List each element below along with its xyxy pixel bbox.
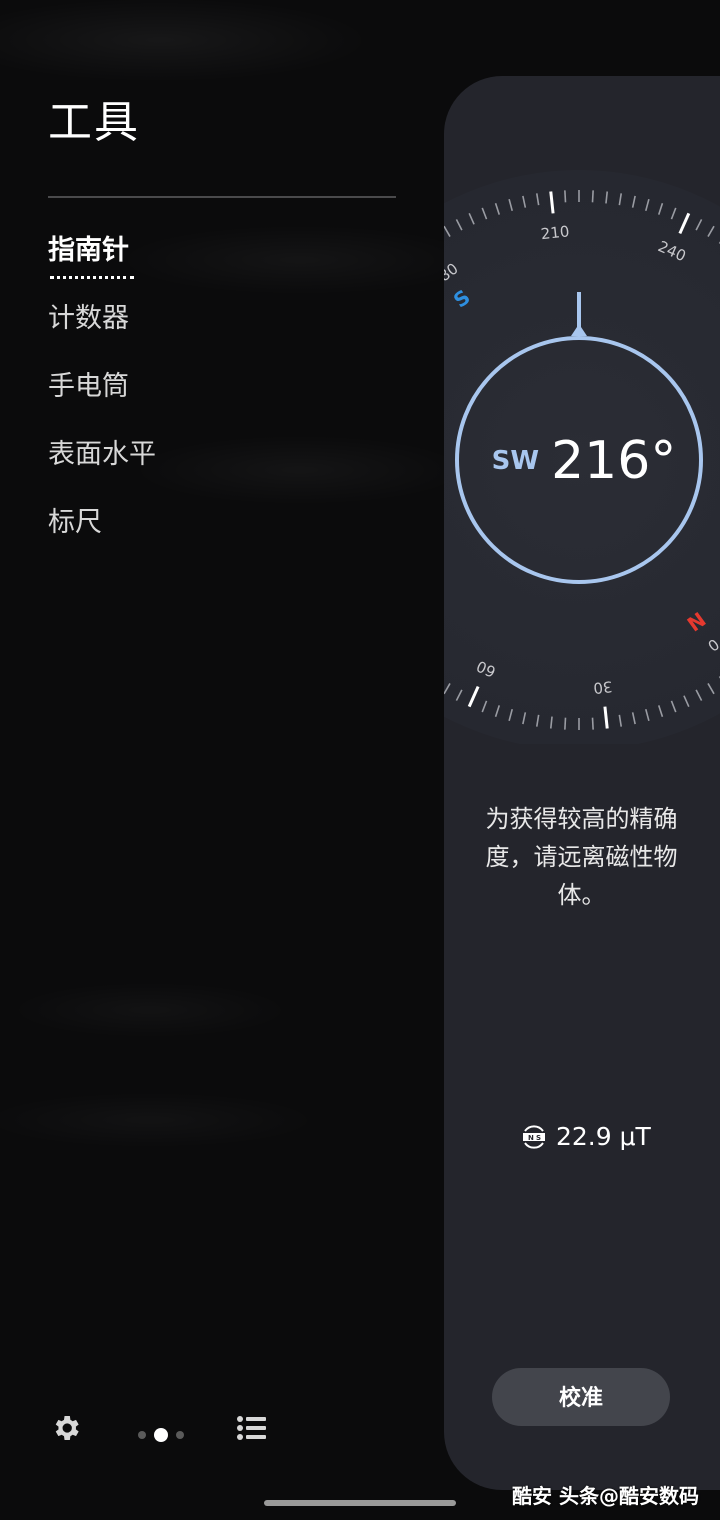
compass-tick [564, 717, 567, 730]
menu-item-surface-level[interactable]: 表面水平 [48, 436, 156, 504]
page-indicator [138, 1424, 192, 1443]
svg-text:S: S [536, 1134, 541, 1142]
list-icon[interactable] [236, 1414, 266, 1442]
magnet-ns-icon: N S [523, 1124, 545, 1149]
compass-tick-label: 210 [540, 222, 570, 243]
magnetic-field-value: 22.9 μT [556, 1122, 651, 1151]
compass-tick-label: 30 [592, 677, 613, 697]
accuracy-tip: 为获得较高的精确度，请远离磁性物体。 [485, 805, 678, 909]
gear-icon[interactable] [50, 1412, 82, 1444]
heading-degrees: 216° [551, 431, 677, 491]
watermark: 酷安 头条@酷安数码 [512, 1484, 699, 1508]
page-dot [138, 1430, 146, 1439]
compass-panel: 210 240 180 60 30 0 S N SW 216° 为获得较高的精确度，请远离磁… [444, 76, 720, 1490]
heading-reading: SW 216° [459, 431, 709, 491]
calibrate-button[interactable]: 校准 [492, 1368, 670, 1426]
divider [48, 196, 396, 198]
compass-tick [564, 190, 567, 203]
page-dot [176, 1430, 184, 1439]
bottom-bar [0, 1404, 440, 1454]
menu-item-flashlight[interactable]: 手电筒 [48, 368, 156, 436]
menu-item-counter[interactable]: 计数器 [48, 300, 156, 368]
menu-item-ruler[interactable]: 标尺 [48, 504, 156, 572]
tool-menu: 指南针 计数器 手电筒 表面水平 标尺 [48, 232, 156, 572]
compass-tick [591, 717, 594, 730]
magnetic-field-reading: N S 22.9 μT [520, 1122, 651, 1151]
compass-tick [591, 190, 594, 203]
drawer-title: 工具 [48, 97, 140, 148]
menu-item-compass[interactable]: 指南针 [48, 232, 156, 300]
home-indicator[interactable] [264, 1500, 456, 1506]
svg-text:N: N [528, 1134, 534, 1142]
page-dot-active [154, 1427, 168, 1442]
heading-direction: SW [491, 446, 540, 476]
